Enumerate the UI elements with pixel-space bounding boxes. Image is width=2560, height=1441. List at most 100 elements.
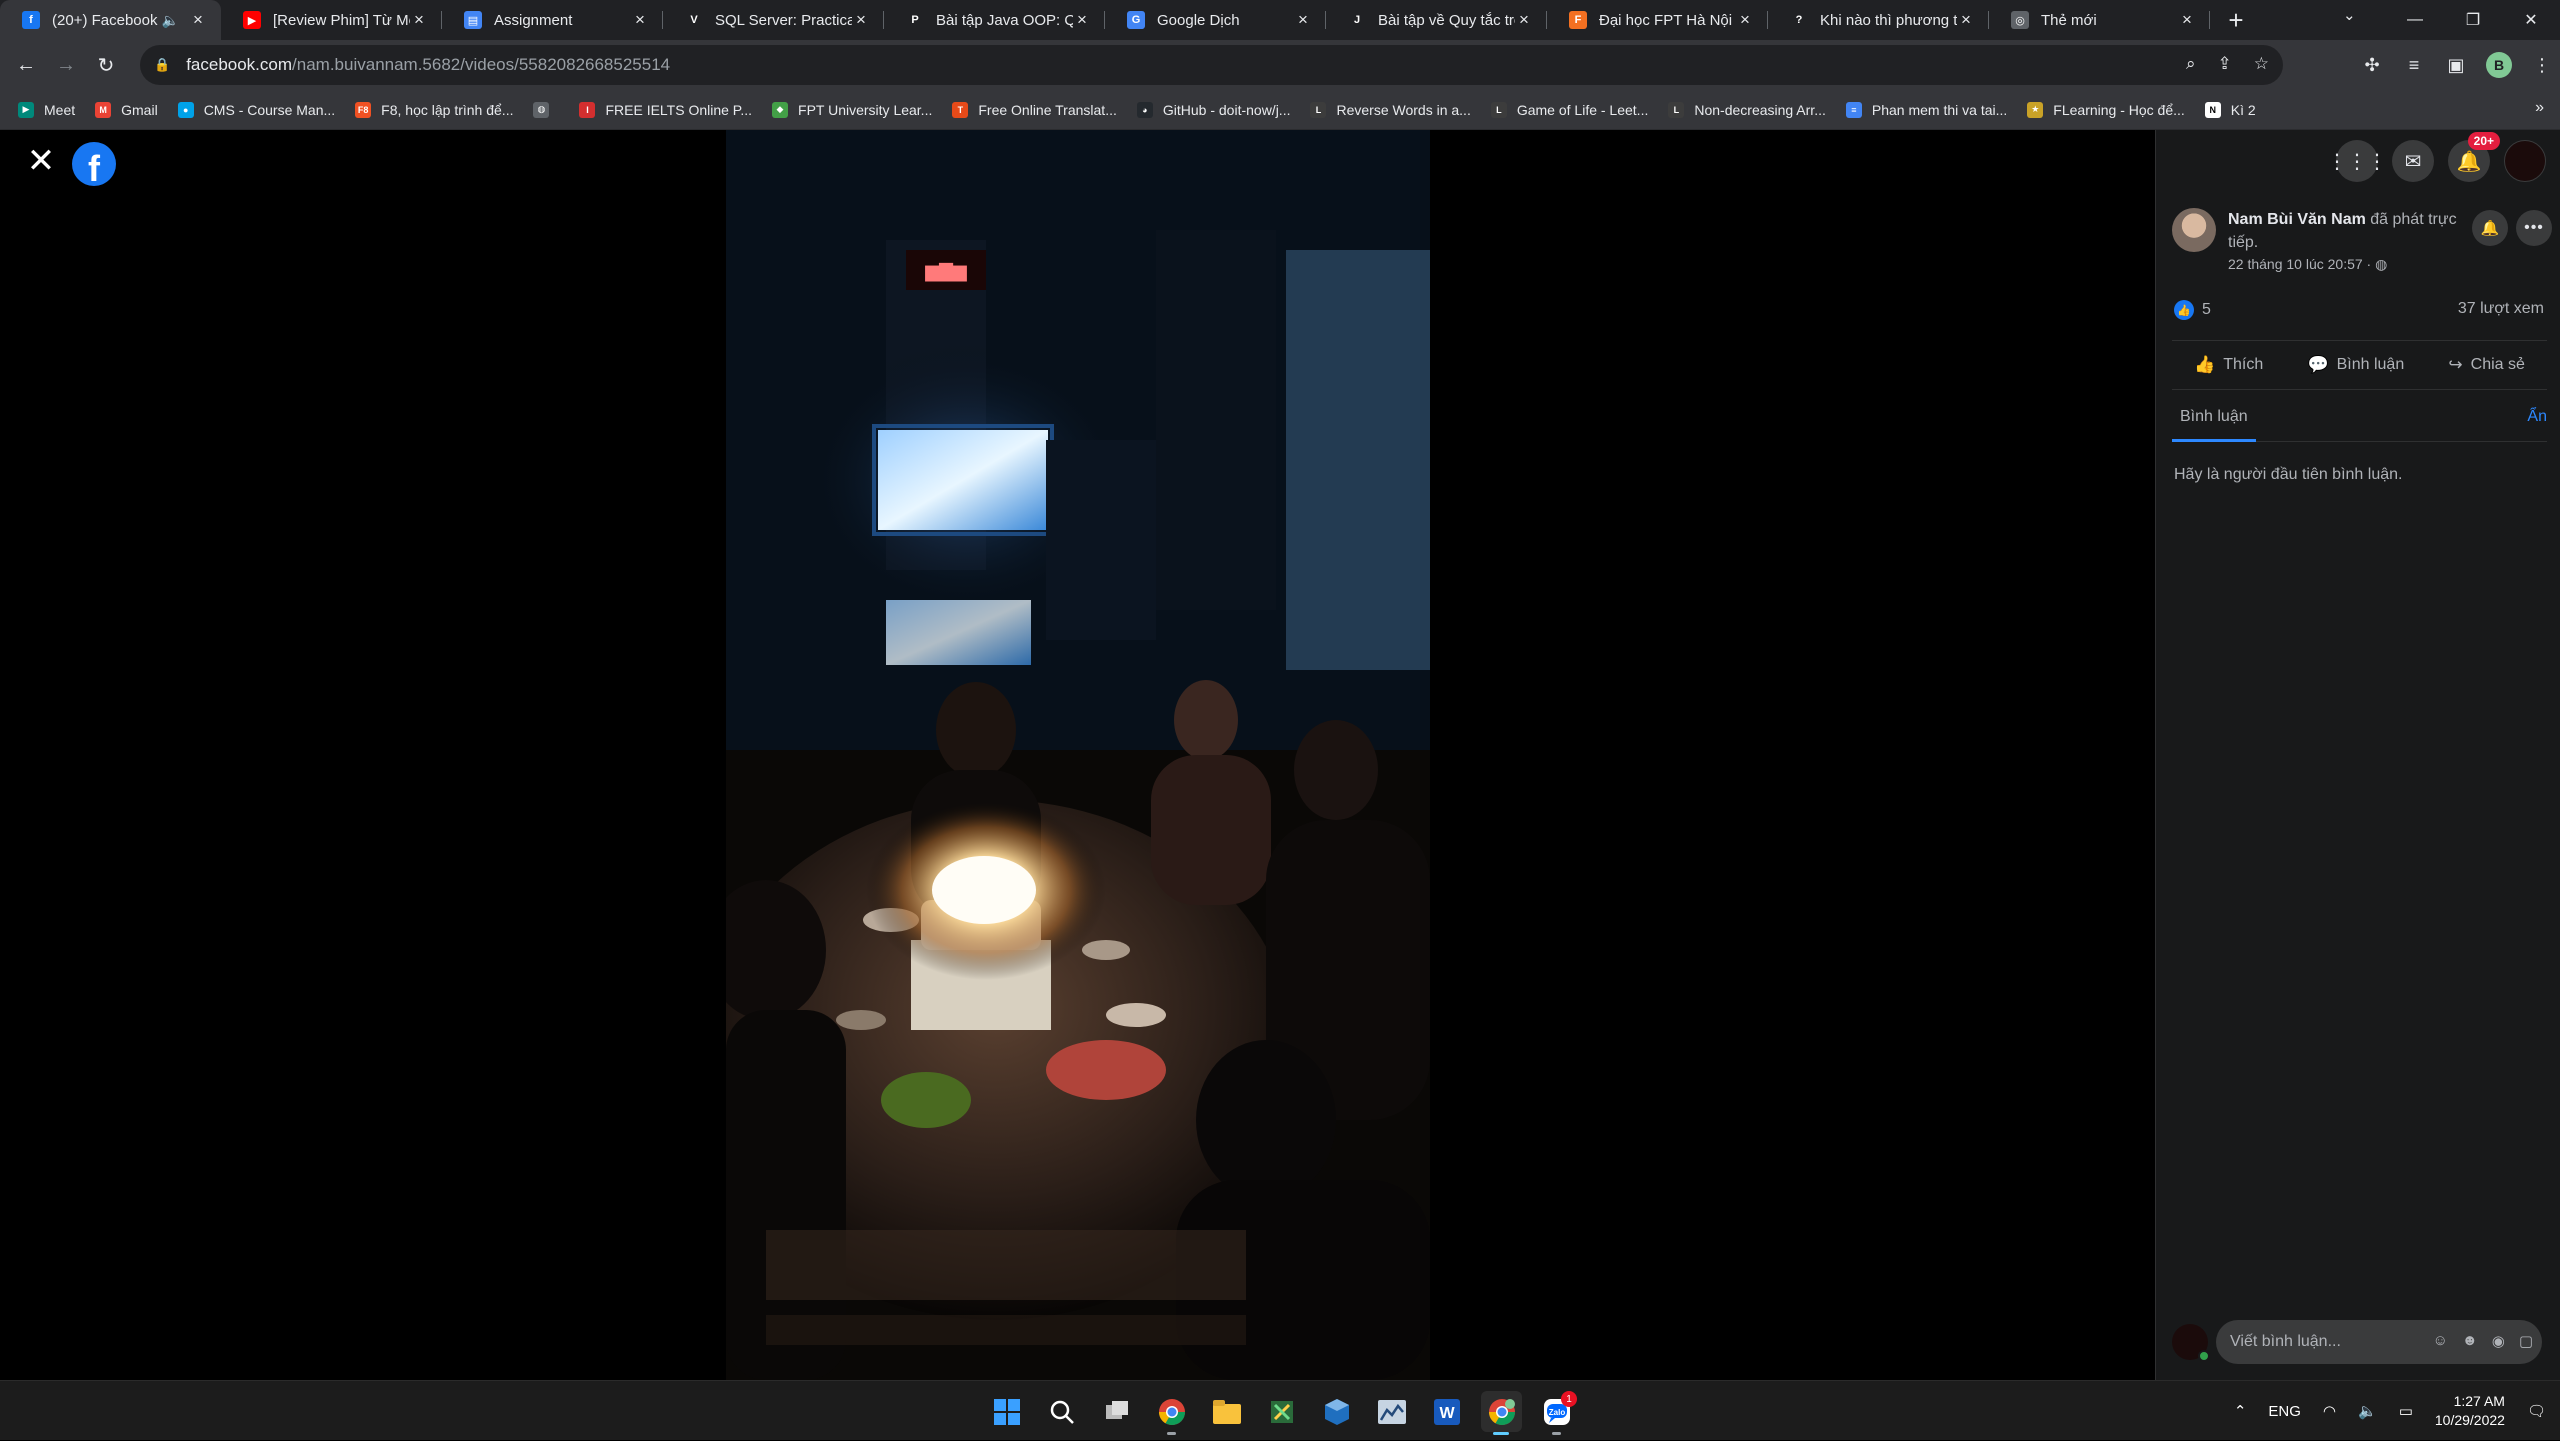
bookmark-item[interactable]: ● CMS - Course Man... [177, 101, 335, 118]
menu-grid-icon[interactable]: ⋮⋮⋮ [2327, 140, 2387, 182]
snipping-tool-icon[interactable] [1261, 1391, 1302, 1432]
like-count: 5 [2202, 301, 2211, 318]
bookmark-item[interactable]: L Reverse Words in a... [1310, 101, 1471, 118]
search-icon[interactable] [1041, 1391, 1082, 1432]
post-stats: 👍 5 37 lượt xem [2174, 300, 2544, 320]
clock-time: 1:27 AM [2453, 1393, 2505, 1409]
close-tab-icon[interactable]: × [2178, 10, 2196, 30]
facebook-logo-icon[interactable]: f [72, 142, 116, 186]
word-icon[interactable]: W [1426, 1391, 1467, 1432]
browser-tab[interactable]: ◎ Thẻ mới × [1989, 0, 2210, 40]
file-explorer-icon[interactable] [1206, 1391, 1247, 1432]
chrome-menu-icon[interactable]: ⋮ [2530, 55, 2554, 76]
browser-tab[interactable]: f (20+) Facebook 🔈 × [0, 0, 221, 40]
share-icon[interactable]: ⇪ [2218, 54, 2232, 74]
comment-button[interactable]: 💬 Bình luận [2307, 355, 2404, 375]
more-options-icon[interactable]: ••• [2516, 210, 2552, 246]
browser-tab[interactable]: ▶ [Review Phim] Từ Mộ × [221, 0, 442, 40]
extensions-icon[interactable]: ✣ [2360, 55, 2384, 76]
bookmark-item[interactable]: I FREE IELTS Online P... [579, 101, 752, 118]
comment-input[interactable] [2216, 1320, 2542, 1364]
side-panel-icon[interactable]: ▣ [2444, 55, 2468, 76]
more-bookmarks-icon[interactable]: » [2535, 99, 2544, 117]
poster-avatar[interactable] [2172, 208, 2216, 252]
bookmark-item[interactable]: F8 F8, học lập trình để... [355, 101, 513, 118]
comment-composer: ☺ ☻ ◉ ▢ [2172, 1320, 2547, 1364]
close-tab-icon[interactable]: × [631, 10, 649, 30]
zoom-icon[interactable]: ⌕ [2186, 54, 2196, 74]
bookmark-star-icon[interactable]: ☆ [2254, 54, 2269, 74]
post-timestamp[interactable]: 22 tháng 10 lúc 20:57 · ◍ [2228, 256, 2387, 273]
close-tab-icon[interactable]: × [1073, 10, 1091, 30]
post-time-text[interactable]: 22 tháng 10 lúc 20:57 · [2228, 256, 2371, 272]
sql-server-icon[interactable] [1371, 1391, 1412, 1432]
youtube-icon: ▶ [243, 11, 261, 29]
browser-tab[interactable]: G Google Dịch × [1105, 0, 1326, 40]
share-button[interactable]: ↪ Chia sẻ [2448, 355, 2525, 375]
browser-tab[interactable]: F Đại học FPT Hà Nội b × [1547, 0, 1768, 40]
account-avatar[interactable] [2504, 140, 2546, 182]
new-tab-button[interactable]: + [2216, 0, 2256, 40]
browser-tab[interactable]: J Bài tập về Quy tắc trợ × [1326, 0, 1547, 40]
bookmark-item[interactable]: L Non-decreasing Arr... [1668, 101, 1826, 118]
bookmark-item[interactable]: T Free Online Translat... [952, 101, 1117, 118]
clock[interactable]: 1:27 AM 10/29/2022 [2435, 1392, 2505, 1430]
browser-tab[interactable]: P Bài tập Java OOP: Qu × [884, 0, 1105, 40]
tray-overflow-icon[interactable]: ⌃ [2234, 1402, 2247, 1420]
battery-icon[interactable]: ▭ [2399, 1402, 2413, 1420]
windows-start-icon[interactable] [986, 1391, 1027, 1432]
chrome-icon: ◎ [2011, 11, 2029, 29]
zalo-icon[interactable]: Zalo 1 [1536, 1391, 1577, 1435]
close-tab-icon[interactable]: × [1515, 10, 1533, 30]
bookmark-item[interactable]: ◆ FPT University Lear... [772, 101, 932, 118]
chrome-profile-icon[interactable] [1481, 1391, 1522, 1435]
tab-search-icon[interactable]: ⌄ [2343, 6, 2356, 24]
bookmark-item[interactable]: L Game of Life - Leet... [1490, 101, 1648, 118]
like-button[interactable]: 👍 Thích [2194, 355, 2263, 375]
notification-center-icon[interactable]: 🗨 [2527, 1402, 2546, 1420]
tab-separator [2209, 11, 2210, 29]
task-view-icon[interactable] [1096, 1391, 1137, 1432]
close-tab-icon[interactable]: × [189, 10, 207, 30]
reload-icon[interactable]: ↻ [86, 45, 126, 85]
wifi-icon[interactable]: ◠ [2323, 1402, 2336, 1420]
profile-avatar[interactable]: B [2486, 52, 2512, 78]
bell-icon[interactable]: 🔔 [2472, 210, 2508, 246]
close-window-icon[interactable]: ✕ [2502, 10, 2560, 30]
bookmark-item[interactable]: ◕ GitHub - doit-now/j... [1136, 101, 1290, 118]
browser-tab[interactable]: ? Khi nào thì phương t × [1768, 0, 1989, 40]
poster-name[interactable]: Nam Bùi Văn Nam [2228, 211, 2366, 228]
language-indicator[interactable]: ENG [2268, 1403, 2301, 1420]
close-tab-icon[interactable]: × [852, 10, 870, 30]
video-player[interactable]: ▆▇▆ [726, 130, 1430, 1380]
close-tab-icon[interactable]: × [1294, 10, 1312, 30]
forward-icon[interactable]: → [46, 45, 86, 85]
bookmark-item[interactable]: M Gmail [95, 101, 158, 118]
back-icon[interactable]: ← [6, 45, 46, 85]
media-controls-icon[interactable]: ≡ [2402, 55, 2426, 76]
close-tab-icon[interactable]: × [1957, 10, 1975, 30]
browser-tab[interactable]: V SQL Server: Practical × [663, 0, 884, 40]
bookmark-item[interactable]: ≡ Phan mem thi va tai... [1845, 101, 2007, 118]
notifications-icon[interactable]: 🔔 20+ [2448, 132, 2500, 182]
minimize-icon[interactable]: — [2386, 11, 2444, 29]
hide-comments-link[interactable]: Ẩn [2527, 392, 2547, 442]
tab-audio-icon[interactable]: 🔈 [162, 12, 179, 29]
chrome-icon[interactable] [1151, 1391, 1192, 1435]
volume-icon[interactable]: 🔈 [2358, 1402, 2377, 1420]
reaction-summary[interactable]: 👍 5 [2174, 300, 2211, 320]
bookmark-item[interactable]: ▶ Meet [18, 101, 75, 118]
lock-icon[interactable]: 🔒 [154, 57, 170, 73]
bookmark-item[interactable]: ★ FLearning - Học để... [2027, 101, 2185, 118]
close-tab-icon[interactable]: × [410, 10, 428, 30]
address-bar[interactable]: 🔒 facebook.com/nam.buivannam.5682/videos… [140, 45, 2283, 85]
bookmark-item[interactable]: ◍ [533, 101, 559, 118]
tab-comments[interactable]: Bình luận [2172, 392, 2256, 442]
messenger-icon[interactable]: ✉ [2392, 140, 2434, 182]
browser-tab[interactable]: ▤ Assignment × [442, 0, 663, 40]
virtualbox-icon[interactable] [1316, 1391, 1357, 1432]
close-icon[interactable]: ✕ [24, 144, 58, 180]
bookmark-item[interactable]: N Kì 2 [2204, 101, 2256, 118]
restore-icon[interactable]: ❐ [2444, 10, 2502, 30]
close-tab-icon[interactable]: × [1736, 10, 1754, 30]
